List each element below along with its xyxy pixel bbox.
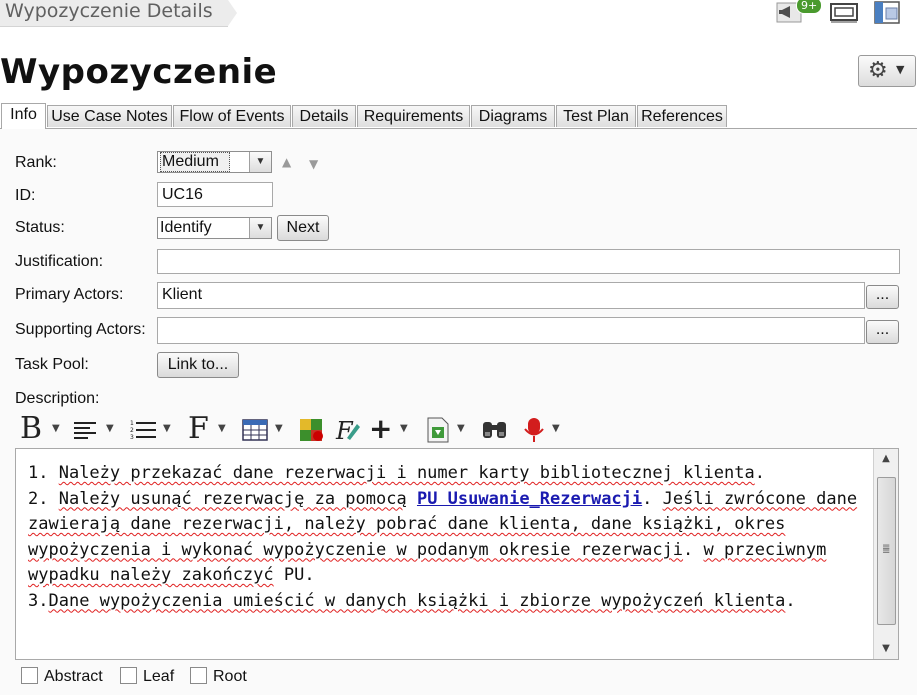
rank-label: Rank: — [15, 154, 57, 171]
tab-info[interactable]: Info — [1, 103, 46, 129]
grip-icon: ≡ ≡ — [882, 542, 891, 557]
status-value: Identify — [160, 219, 212, 236]
leaf-checkbox[interactable] — [120, 667, 137, 684]
primary-actors-label: Primary Actors: — [15, 286, 124, 303]
description-text[interactable]: 1. Należy przekazać dane rezerwacji i nu… — [28, 461, 864, 614]
tab-test-plan[interactable]: Test Plan — [556, 105, 636, 127]
layout-icon[interactable] — [829, 0, 859, 24]
scroll-down-icon[interactable]: ▼ — [874, 639, 898, 659]
dropdown-arrow-icon: ▼ — [249, 218, 271, 238]
text-run: PU. — [273, 565, 315, 585]
move-up-icon[interactable]: ▲ — [282, 155, 291, 169]
rank-value: Medium — [160, 152, 230, 172]
use-case-link[interactable]: PU Usuwanie_Rezerwacji — [417, 489, 642, 509]
text-run: Należy usunąć rezerwację za pomocą — [58, 488, 407, 509]
tab-flow-of-events[interactable]: Flow of Events — [173, 105, 291, 127]
text-run: Należy przekazać dane rezerwacji i numer… — [58, 463, 755, 483]
list-icon[interactable]: 1 2 3 — [128, 414, 158, 444]
dropdown-arrow-icon: ▼ — [249, 152, 271, 172]
supporting-actors-field[interactable] — [157, 317, 865, 344]
align-icon[interactable] — [72, 414, 98, 444]
move-down-icon[interactable]: ▼ — [309, 157, 318, 171]
text-run: . — [754, 463, 765, 483]
text-run: 1. — [28, 463, 59, 483]
task-pool-label: Task Pool: — [15, 356, 89, 373]
spellcheck-icon[interactable] — [520, 414, 548, 444]
find-icon[interactable] — [480, 414, 510, 444]
chevron-down-icon[interactable]: ▼ — [552, 423, 560, 434]
next-button[interactable]: Next — [277, 215, 329, 241]
settings-menu-button[interactable]: ⚙ ▼ — [858, 55, 916, 87]
svg-text:3: 3 — [130, 434, 134, 441]
chevron-down-icon[interactable]: ▼ — [163, 423, 171, 434]
insert-icon[interactable]: + — [369, 414, 392, 444]
supporting-actors-browse-button[interactable]: ... — [866, 320, 899, 344]
table-icon[interactable] — [241, 414, 269, 444]
justification-label: Justification: — [15, 253, 104, 270]
description-editor[interactable]: 1. Należy przekazać dane rezerwacji i nu… — [15, 448, 899, 660]
tab-use-case-notes[interactable]: Use Case Notes — [47, 105, 172, 127]
svg-text:1: 1 — [130, 420, 134, 427]
primary-actors-field[interactable]: Klient — [157, 282, 865, 309]
panel-icon[interactable] — [873, 0, 903, 24]
page-title: Wypozyczenie — [0, 52, 278, 92]
tab-requirements[interactable]: Requirements — [357, 105, 470, 127]
supporting-actors-label: Supporting Actors: — [15, 321, 146, 338]
chevron-down-icon[interactable]: ▼ — [457, 423, 465, 434]
status-select[interactable]: Identify ▼ — [157, 217, 272, 239]
root-checkbox[interactable] — [190, 667, 207, 684]
color-icon[interactable] — [298, 414, 326, 444]
description-label: Description: — [15, 390, 100, 407]
gear-icon: ⚙ — [868, 58, 888, 83]
abstract-checkbox[interactable] — [21, 667, 38, 684]
text-run: 3. — [28, 590, 49, 611]
text-run — [407, 489, 417, 509]
chevron-down-icon[interactable]: ▼ — [400, 423, 408, 434]
svg-text:2: 2 — [130, 427, 134, 434]
text-run: 2. — [28, 488, 59, 509]
breadcrumb-arrow — [228, 0, 237, 26]
text-run: . — [683, 539, 704, 560]
id-field[interactable]: UC16 — [157, 182, 273, 207]
chevron-down-icon[interactable]: ▼ — [218, 423, 226, 434]
text-run: . — [785, 590, 796, 611]
leaf-label: Leaf — [143, 668, 175, 685]
import-icon[interactable] — [424, 414, 452, 444]
svg-text:F: F — [335, 417, 354, 444]
breadcrumb-label: Wypozyczenie Details — [5, 0, 213, 22]
chevron-down-icon: ▼ — [896, 63, 905, 76]
bold-icon[interactable]: B — [20, 414, 42, 444]
link-to-button[interactable]: Link to... — [157, 352, 239, 378]
rank-select[interactable]: Medium ▼ — [157, 151, 272, 173]
editor-scrollbar[interactable]: ▲ ≡ ≡ ▼ — [873, 449, 898, 659]
text-run: Dane wypożyczenia umieścić w danych ksią… — [48, 590, 786, 611]
tab-bar: Info Use Case Notes Flow of Events Detai… — [0, 103, 917, 129]
id-label: ID: — [15, 187, 36, 204]
scroll-thumb[interactable]: ≡ ≡ — [877, 477, 896, 625]
font-icon[interactable]: F — [188, 414, 209, 444]
notification-badge: 9+ — [796, 0, 823, 14]
abstract-label: Abstract — [44, 668, 103, 685]
tab-diagrams[interactable]: Diagrams — [471, 105, 555, 127]
tab-details[interactable]: Details — [292, 105, 356, 127]
chevron-down-icon[interactable]: ▼ — [106, 423, 114, 434]
tab-references[interactable]: References — [637, 105, 727, 127]
status-label: Status: — [15, 219, 65, 236]
text-run: . — [642, 488, 663, 509]
breadcrumb[interactable]: Wypozyczenie Details — [0, 0, 228, 27]
primary-actors-browse-button[interactable]: ... — [866, 285, 899, 309]
scroll-up-icon[interactable]: ▲ — [874, 449, 898, 469]
justification-field[interactable] — [157, 249, 900, 274]
style-icon[interactable]: F — [333, 414, 361, 444]
chevron-down-icon[interactable]: ▼ — [275, 423, 283, 434]
root-label: Root — [213, 668, 247, 685]
chevron-down-icon[interactable]: ▼ — [52, 423, 60, 434]
